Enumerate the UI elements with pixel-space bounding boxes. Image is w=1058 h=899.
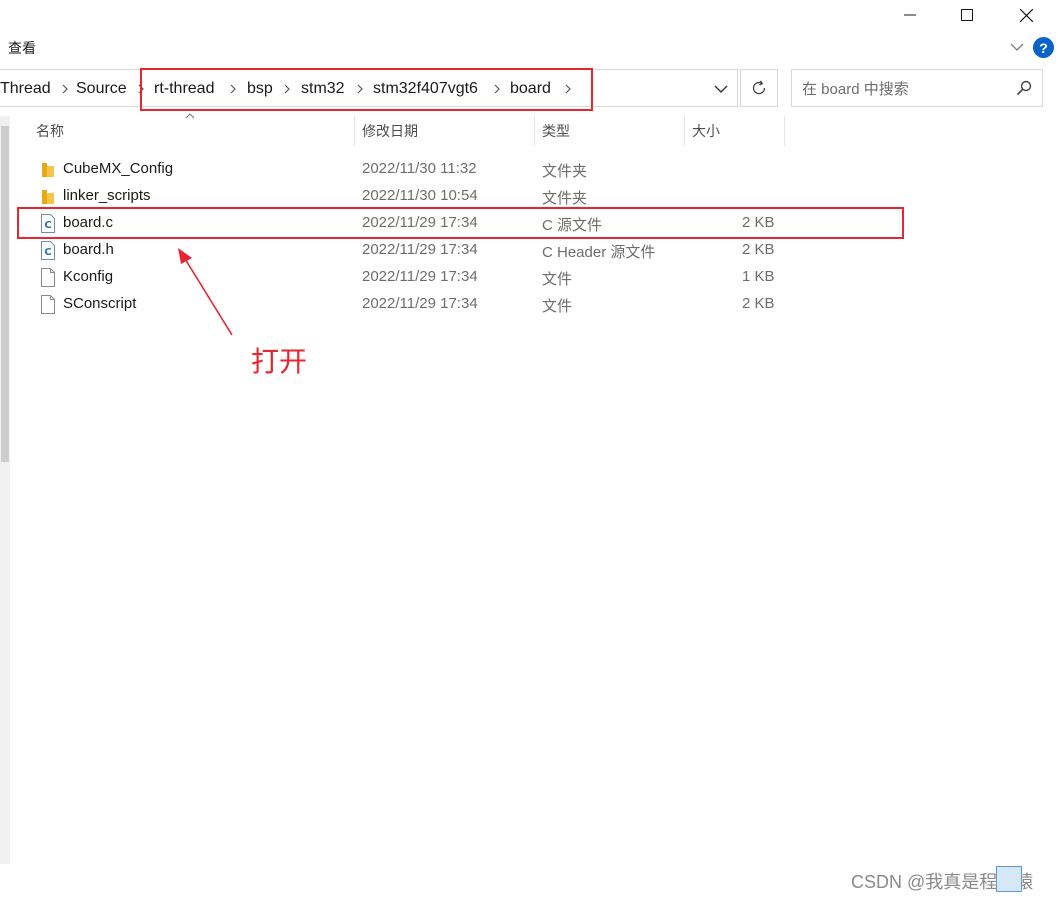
file-name: linker_scripts [63, 187, 151, 204]
minimize-button[interactable] [880, 0, 940, 30]
file-name: CubeMX_Config [63, 160, 174, 177]
file-modified: 2022/11/29 17:34 [362, 241, 478, 258]
column-header-type-label: 类型 [542, 123, 570, 139]
file-row[interactable]: Kconfig 2022/11/29 17:34 文件 1 KB [20, 264, 900, 291]
file-size: 2 KB [742, 295, 775, 312]
column-header-modified[interactable]: 修改日期 [362, 116, 534, 146]
breadcrumb-source[interactable]: Source [76, 80, 127, 98]
file-row[interactable]: C board.h 2022/11/29 17:34 C Header 源文件 … [20, 237, 900, 264]
column-header-size[interactable]: 大小 [692, 116, 784, 146]
ribbon-tab-view[interactable]: 查看 [8, 38, 36, 58]
search-input[interactable] [800, 78, 1009, 100]
file-name: board.h [63, 241, 114, 258]
sort-ascending-icon [185, 113, 195, 119]
chevron-right-icon[interactable] [60, 84, 70, 94]
column-header-modified-label: 修改日期 [362, 123, 418, 139]
annotation-label: 打开 [251, 345, 308, 378]
file-size: 1 KB [742, 268, 775, 285]
folder-icon [42, 163, 54, 177]
file-modified: 2022/11/30 11:32 [362, 160, 477, 177]
column-divider[interactable] [684, 116, 685, 146]
annotation-arrow-icon [178, 248, 233, 336]
column-header-name-label: 名称 [36, 123, 64, 139]
close-button[interactable] [996, 0, 1056, 30]
column-divider[interactable] [354, 116, 355, 146]
breadcrumb-thread[interactable]: Thread [0, 80, 51, 98]
minimize-icon [904, 14, 916, 16]
column-divider[interactable] [534, 116, 535, 146]
folder-icon [42, 190, 54, 204]
file-modified: 2022/11/29 17:34 [362, 295, 478, 312]
search-box[interactable] [791, 69, 1043, 107]
file-type: C Header 源文件 [542, 244, 656, 261]
breadcrumb-highlight-box [140, 68, 593, 111]
column-header-size-label: 大小 [692, 123, 720, 139]
refresh-button[interactable] [740, 69, 778, 107]
column-header-name[interactable]: 名称 [36, 116, 354, 146]
address-history-dropdown[interactable] [706, 80, 736, 98]
view-toggle-button[interactable] [996, 866, 1022, 892]
column-header-type[interactable]: 类型 [542, 116, 684, 146]
column-divider[interactable] [784, 116, 785, 146]
file-name: Kconfig [63, 268, 114, 285]
file-type: 文件 [542, 271, 573, 288]
file-type: 文件夹 [542, 190, 588, 207]
refresh-icon [752, 80, 766, 95]
file-icon [41, 268, 55, 287]
svg-text:C: C [44, 247, 51, 258]
file-size: 2 KB [742, 241, 775, 258]
c-header-file-icon: C [41, 241, 55, 260]
file-row[interactable]: linker_scripts 2022/11/30 10:54 文件夹 [20, 183, 900, 210]
file-name: SConscript [63, 295, 137, 312]
close-icon [1019, 8, 1033, 22]
file-icon [41, 295, 55, 314]
file-modified: 2022/11/30 10:54 [362, 187, 478, 204]
scrollbar-thumb[interactable] [1, 126, 9, 462]
board-c-highlight-box [17, 207, 904, 239]
chevron-down-icon [714, 85, 728, 93]
expand-ribbon-button[interactable] [1008, 38, 1026, 56]
file-type: 文件夹 [542, 163, 588, 180]
file-modified: 2022/11/29 17:34 [362, 268, 478, 285]
file-row[interactable]: CubeMX_Config 2022/11/30 11:32 文件夹 [20, 156, 900, 183]
help-icon[interactable]: ? [1033, 37, 1054, 58]
search-icon[interactable] [1016, 80, 1032, 96]
maximize-button[interactable] [937, 0, 997, 30]
chevron-down-icon [1010, 43, 1024, 51]
file-type: 文件 [542, 298, 573, 315]
file-row[interactable]: SConscript 2022/11/29 17:34 文件 2 KB [20, 291, 900, 318]
maximize-icon [961, 9, 973, 21]
